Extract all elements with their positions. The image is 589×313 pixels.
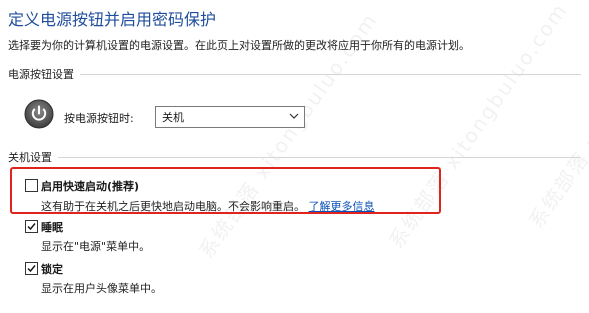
power-button-label: 按电源按钮时:: [64, 112, 134, 125]
select-value: 关机: [162, 111, 184, 124]
checkmark-icon: [27, 223, 36, 231]
section-header-power-button: 电源按钮设置: [8, 66, 581, 82]
section-heading: 电源按钮设置: [8, 68, 74, 81]
option-description-text: 这有助于在关机之后更快地启动电脑。不会影响重启。: [41, 200, 305, 213]
option-description: 显示在"电源"菜单中。: [41, 240, 151, 253]
divider: [58, 156, 581, 158]
option-description: 显示在用户头像菜单中。: [41, 282, 162, 295]
divider: [80, 73, 581, 75]
sleep-checkbox[interactable]: [25, 220, 38, 233]
section-heading: 关机设置: [8, 151, 52, 164]
chevron-down-icon: [289, 113, 299, 119]
checkmark-icon: [27, 265, 36, 273]
option-label: 锁定: [41, 263, 63, 276]
fast-startup-checkbox[interactable]: [25, 179, 38, 192]
option-label: 睡眠: [41, 221, 63, 234]
option-label: 启用快速启动(推荐): [41, 180, 140, 193]
power-button-action-select[interactable]: 关机: [155, 106, 305, 128]
lock-checkbox[interactable]: [25, 262, 38, 275]
page-description: 选择要为你的计算机设置的电源设置。在此页上对设置所做的更改将应用于你所有的电源计…: [8, 39, 470, 52]
power-icon: [24, 99, 54, 129]
section-header-shutdown: 关机设置: [8, 149, 581, 165]
watermark: 系统部落 xitongbuluo.com: [524, 0, 589, 233]
page-title: 定义电源按钮并启用密码保护: [8, 10, 217, 29]
learn-more-link[interactable]: 了解更多信息: [309, 200, 375, 213]
option-description: 这有助于在关机之后更快地启动电脑。不会影响重启。 了解更多信息: [41, 198, 375, 214]
